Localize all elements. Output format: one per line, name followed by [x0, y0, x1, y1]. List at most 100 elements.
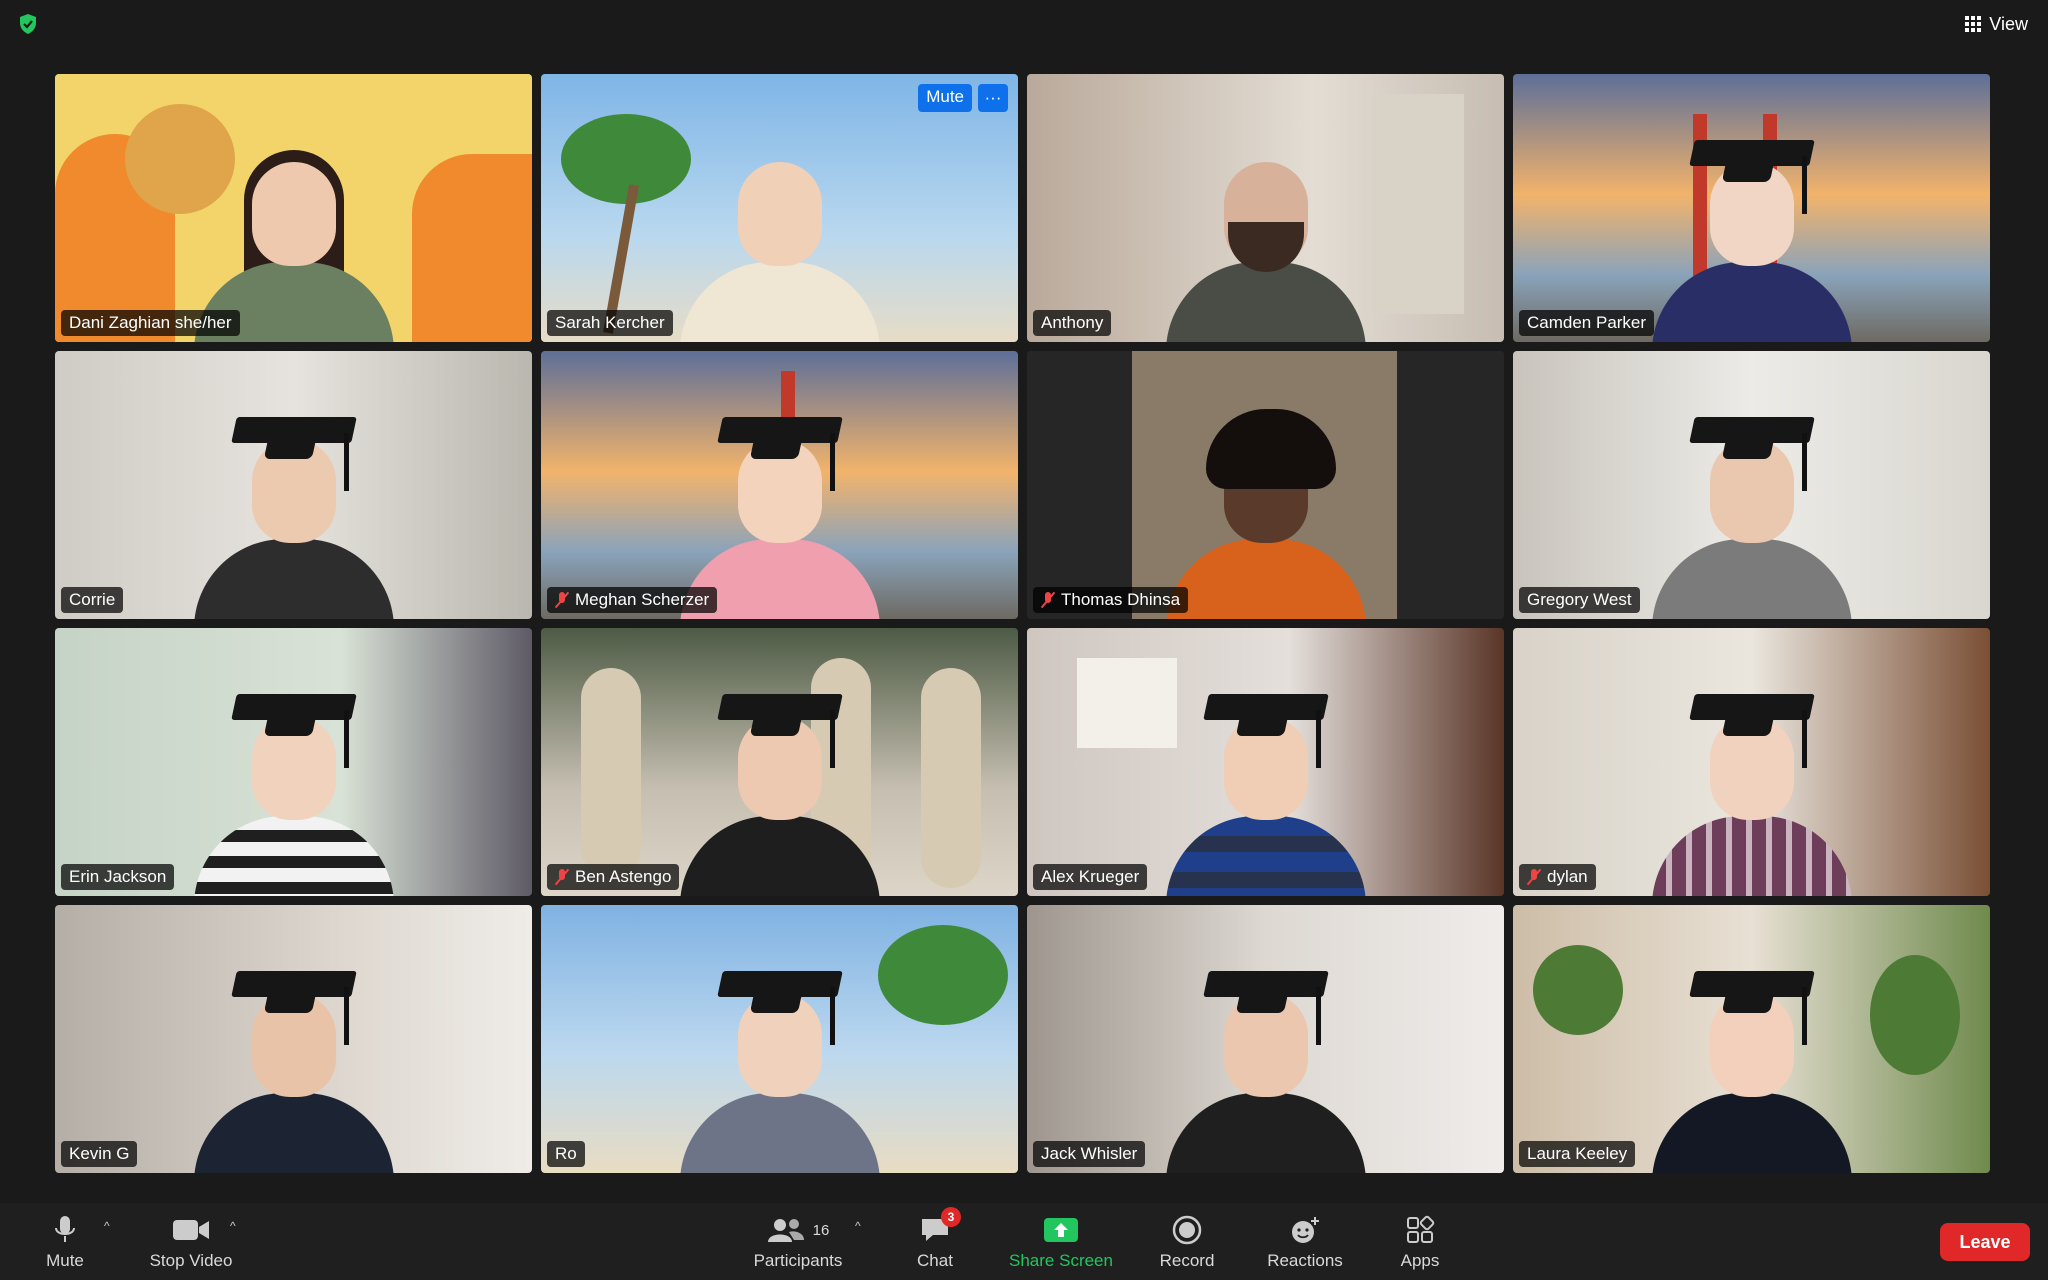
muted-mic-icon — [1041, 591, 1055, 609]
video-tile[interactable]: Erin Jackson — [55, 628, 532, 896]
apps-icon — [1405, 1213, 1435, 1247]
video-options-caret-icon[interactable]: ^ — [230, 1219, 236, 1233]
participant-name: Jack Whisler — [1041, 1144, 1138, 1163]
participant-name-label: Ro — [547, 1141, 585, 1167]
video-tile[interactable]: Meghan Scherzer — [541, 351, 1018, 619]
participant-name: Corrie — [69, 590, 116, 609]
participant-video — [193, 399, 394, 619]
top-bar: View — [0, 0, 2048, 48]
participant-video — [1651, 676, 1852, 896]
video-tile[interactable]: Alex Krueger — [1027, 628, 1504, 896]
chat-button[interactable]: 3 Chat — [905, 1207, 965, 1273]
participants-icon: 16 — [767, 1213, 830, 1247]
participant-name-label: Ben Astengo — [547, 864, 680, 890]
video-tile[interactable]: Ro — [541, 905, 1018, 1173]
participant-name: Kevin G — [69, 1144, 130, 1163]
participant-video — [193, 676, 394, 896]
video-tile[interactable]: Dani Zaghian she/her — [55, 74, 532, 342]
participant-name-label: Alex Krueger — [1033, 864, 1148, 890]
participant-name: Thomas Dhinsa — [1061, 590, 1181, 609]
chat-unread-badge: 3 — [941, 1207, 961, 1227]
share-screen-button[interactable]: Share Screen — [1003, 1213, 1119, 1273]
muted-mic-icon — [555, 868, 569, 886]
participant-video — [679, 399, 880, 619]
video-tile[interactable]: Kevin G — [55, 905, 532, 1173]
participant-name-label: Kevin G — [61, 1141, 138, 1167]
participant-video — [193, 953, 394, 1173]
more-options-button[interactable]: ··· — [978, 84, 1008, 112]
video-tile[interactable]: Anthony — [1027, 74, 1504, 342]
apps-button[interactable]: Apps — [1395, 1213, 1445, 1273]
participant-mute-button[interactable]: Mute — [918, 84, 972, 112]
leave-button[interactable]: Leave — [1940, 1223, 2030, 1261]
video-tile[interactable]: Jack Whisler — [1027, 905, 1504, 1173]
participant-name: Dani Zaghian she/her — [69, 313, 232, 332]
participant-video — [193, 122, 394, 342]
participant-name-label: Sarah Kercher — [547, 310, 673, 336]
reactions-button[interactable]: Reactions — [1263, 1213, 1347, 1273]
participant-name-label: Gregory West — [1519, 587, 1640, 613]
mute-button[interactable]: Mute — [40, 1213, 90, 1273]
microphone-icon — [53, 1213, 77, 1247]
participant-video — [1651, 953, 1852, 1173]
participant-video — [1165, 399, 1366, 619]
video-tile[interactable]: Corrie — [55, 351, 532, 619]
meeting-toolbar: Mute ^ Stop Video ^ 16 Participants ^ 3 — [0, 1203, 2048, 1280]
participants-button[interactable]: 16 Participants — [748, 1213, 848, 1273]
participant-name-label: Thomas Dhinsa — [1033, 587, 1189, 613]
participant-name: Alex Krueger — [1041, 867, 1140, 886]
participant-name-label: Dani Zaghian she/her — [61, 310, 240, 336]
participants-label: Participants — [753, 1251, 843, 1270]
video-tile[interactable]: Thomas Dhinsa — [1027, 351, 1504, 619]
video-tile[interactable]: Ben Astengo — [541, 628, 1018, 896]
participant-name: Ben Astengo — [575, 867, 672, 886]
participant-video — [1165, 953, 1366, 1173]
participant-video — [679, 122, 880, 342]
record-label: Record — [1159, 1251, 1215, 1270]
participant-video — [679, 676, 880, 896]
video-tile[interactable]: Mute ··· Sarah Kercher — [541, 74, 1018, 342]
security-shield-icon[interactable] — [16, 12, 40, 36]
audio-options-caret-icon[interactable]: ^ — [104, 1219, 110, 1233]
participant-name-label: Meghan Scherzer — [547, 587, 718, 613]
mute-label: Mute — [46, 1251, 84, 1270]
participant-name-label: Jack Whisler — [1033, 1141, 1146, 1167]
participant-name: Anthony — [1041, 313, 1104, 332]
participant-name-label: Camden Parker — [1519, 310, 1655, 336]
view-button[interactable]: View — [1965, 12, 2028, 36]
share-screen-label: Share Screen — [1009, 1251, 1113, 1270]
participants-options-caret-icon[interactable]: ^ — [855, 1219, 861, 1233]
muted-mic-icon — [1527, 868, 1541, 886]
participant-name-label: Erin Jackson — [61, 864, 175, 890]
stop-video-label: Stop Video — [149, 1251, 233, 1270]
record-button[interactable]: Record — [1155, 1213, 1219, 1273]
share-screen-icon — [1043, 1213, 1079, 1247]
tile-hover-controls: Mute ··· — [918, 84, 1008, 112]
participant-name: Meghan Scherzer — [575, 590, 710, 609]
participant-name: Erin Jackson — [69, 867, 167, 886]
participant-name-label: Anthony — [1033, 310, 1112, 336]
participant-name: Laura Keeley — [1527, 1144, 1628, 1163]
video-gallery: Dani Zaghian she/her Mute ··· Sarah Kerc… — [55, 74, 1990, 1173]
apps-label: Apps — [1400, 1251, 1440, 1270]
record-icon — [1172, 1213, 1202, 1247]
participant-video — [1651, 122, 1852, 342]
chat-icon: 3 — [919, 1207, 961, 1247]
grid-view-icon — [1965, 16, 1982, 32]
participants-count: 16 — [812, 1221, 830, 1239]
video-camera-icon — [172, 1213, 210, 1247]
video-tile[interactable]: Laura Keeley — [1513, 905, 1990, 1173]
video-tile[interactable]: Gregory West — [1513, 351, 1990, 619]
video-tile[interactable]: Camden Parker — [1513, 74, 1990, 342]
reactions-label: Reactions — [1267, 1251, 1343, 1270]
video-tile[interactable]: dylan — [1513, 628, 1990, 896]
participant-name-label: Corrie — [61, 587, 124, 613]
participant-video — [1165, 122, 1366, 342]
stop-video-button[interactable]: Stop Video — [145, 1213, 237, 1273]
muted-mic-icon — [555, 591, 569, 609]
participant-video — [1651, 399, 1852, 619]
participant-video — [1165, 676, 1366, 896]
participant-name: Ro — [555, 1144, 577, 1163]
participant-name: Camden Parker — [1527, 313, 1647, 332]
participant-name-label: Laura Keeley — [1519, 1141, 1636, 1167]
